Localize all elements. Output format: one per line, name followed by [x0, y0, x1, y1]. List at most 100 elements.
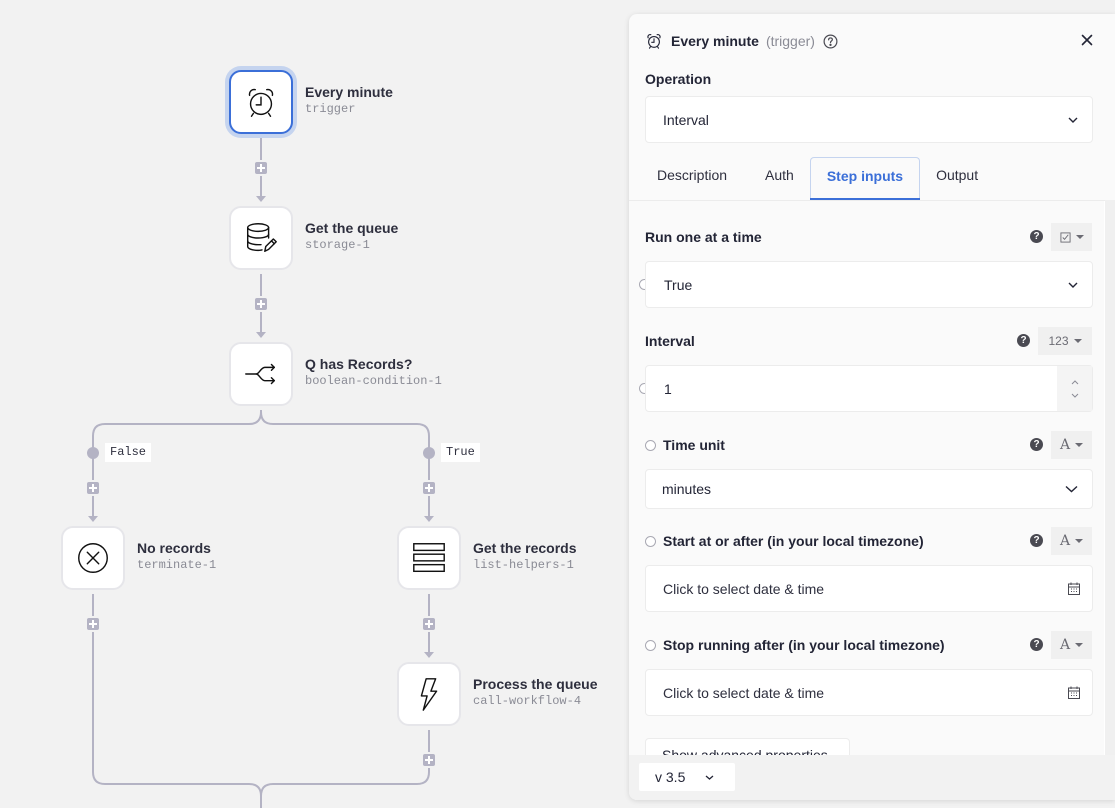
start-at-label: Start at or after (in your local timezon…: [645, 533, 924, 549]
add-step-button[interactable]: [255, 162, 267, 174]
branch-icon: [245, 363, 276, 385]
interval-type-selector[interactable]: 123: [1038, 327, 1092, 355]
panel-footer: v 3.5: [629, 755, 1115, 800]
node-title: Every minute: [305, 84, 393, 100]
node-trigger[interactable]: [229, 70, 293, 134]
add-step-button[interactable]: [87, 618, 99, 630]
add-step-button[interactable]: [423, 754, 435, 766]
node-storage[interactable]: [229, 206, 293, 270]
operation-value: Interval: [663, 111, 709, 128]
text-type-icon: A: [1059, 533, 1071, 549]
version-select[interactable]: v 3.5: [639, 763, 735, 791]
caret-down-icon: [1075, 235, 1084, 239]
stop-after-radio[interactable]: [645, 639, 656, 651]
stop-after-label-text: Stop running after (in your local timezo…: [663, 637, 945, 653]
branch-dot-false: [87, 447, 99, 459]
branch-dot-true: [423, 447, 435, 459]
show-advanced-properties-button[interactable]: Show advanced properties: [645, 738, 850, 755]
workflow-canvas[interactable]: False True Every minute trigger Get the …: [0, 0, 640, 808]
time-unit-radio[interactable]: [645, 439, 656, 451]
start-at-type-selector[interactable]: A: [1051, 527, 1092, 555]
node-call-workflow[interactable]: [397, 662, 461, 726]
circle-x-icon: [78, 543, 108, 573]
help-icon[interactable]: ?: [1030, 230, 1043, 243]
interval-value: 1: [664, 380, 672, 397]
arrow-head: [424, 652, 434, 658]
stop-after-placeholder: Click to select date & time: [663, 684, 825, 701]
start-at-datetime-input[interactable]: Click to select date & time: [645, 565, 1093, 612]
stop-after-label: Stop running after (in your local timezo…: [645, 637, 945, 653]
alarm-clock-icon: [248, 88, 274, 117]
run-one-label: Run one at a time: [645, 229, 762, 245]
time-unit-type-selector[interactable]: A: [1051, 431, 1092, 459]
node-trigger-label: Every minute trigger: [305, 84, 393, 117]
caret-down-icon: [1075, 643, 1084, 647]
operation-label: Operation: [645, 71, 712, 87]
panel-title: Every minute: [671, 33, 759, 49]
node-subtitle: storage-1: [305, 238, 370, 252]
add-step-button[interactable]: [423, 482, 435, 494]
chevron-down-icon: [1068, 117, 1078, 123]
node-subtitle: list-helpers-1: [473, 558, 574, 572]
stop-after-type-selector[interactable]: A: [1051, 631, 1092, 659]
calendar-icon[interactable]: [1068, 686, 1080, 699]
chevron-up-icon[interactable]: [1071, 379, 1079, 385]
start-at-placeholder: Click to select date & time: [663, 580, 825, 597]
start-at-radio[interactable]: [645, 535, 656, 547]
step-config-panel: Every minute (trigger) Operation Interva…: [629, 14, 1115, 800]
calendar-icon[interactable]: [1068, 582, 1080, 595]
node-subtitle: terminate-1: [137, 558, 217, 572]
help-circle-icon[interactable]: [823, 34, 838, 49]
arrow-head: [256, 196, 266, 202]
node-title: Get the queue: [305, 220, 399, 236]
arrow-head: [424, 516, 434, 522]
tab-auth[interactable]: Auth: [753, 157, 806, 200]
chevron-down-icon: [1068, 282, 1078, 288]
chevron-down-icon[interactable]: [1071, 393, 1079, 398]
node-condition-label: Q has Records? boolean-condition-1: [305, 356, 442, 389]
run-one-type-selector[interactable]: [1051, 223, 1092, 251]
time-unit-label: Time unit: [645, 437, 725, 453]
node-title: No records: [137, 540, 211, 556]
tab-description[interactable]: Description: [645, 157, 739, 200]
help-icon[interactable]: ?: [1030, 534, 1043, 547]
node-storage-label: Get the queue storage-1: [305, 220, 398, 253]
node-terminate-label: No records terminate-1: [137, 540, 216, 573]
tab-output[interactable]: Output: [924, 157, 990, 200]
chevron-down-icon: [705, 775, 714, 780]
add-step-button[interactable]: [423, 618, 435, 630]
node-subtitle: call-workflow-4: [473, 694, 582, 708]
help-icon[interactable]: ?: [1030, 638, 1043, 651]
operation-select[interactable]: Interval: [645, 96, 1093, 143]
help-icon[interactable]: ?: [1030, 438, 1043, 451]
tab-step-inputs[interactable]: Step inputs: [809, 157, 921, 200]
panel-header: Every minute (trigger): [629, 14, 1115, 68]
database-edit-icon: [246, 223, 277, 253]
interval-stepper[interactable]: [1057, 366, 1092, 411]
version-value: v 3.5: [655, 769, 686, 785]
add-step-button[interactable]: [255, 298, 267, 310]
time-unit-value: minutes: [662, 481, 712, 497]
add-step-button[interactable]: [87, 482, 99, 494]
branch-label-false: False: [105, 443, 152, 462]
interval-type-label: 123: [1048, 334, 1069, 348]
interval-input[interactable]: 1: [645, 365, 1093, 412]
node-title: Get the records: [473, 540, 577, 556]
close-icon[interactable]: [1079, 32, 1095, 48]
panel-tabs: Description Auth Step inputs Output: [645, 157, 992, 200]
text-type-icon: A: [1059, 437, 1071, 453]
time-unit-select[interactable]: minutes: [645, 469, 1093, 509]
node-condition[interactable]: [229, 342, 293, 406]
chevron-down-icon: [1065, 485, 1078, 493]
arrow-head: [88, 516, 98, 522]
text-type-icon: A: [1059, 637, 1071, 653]
step-inputs-scroll-area: Run one at a time ? True Interval ? 123 …: [629, 201, 1104, 755]
node-list-label: Get the records list-helpers-1: [473, 540, 576, 573]
node-list[interactable]: [397, 526, 461, 590]
help-icon[interactable]: ?: [1017, 334, 1030, 347]
node-terminate[interactable]: [61, 526, 125, 590]
panel-scrollbar[interactable]: [1105, 200, 1115, 755]
stop-after-datetime-input[interactable]: Click to select date & time: [645, 669, 1093, 716]
node-subtitle: trigger: [305, 102, 356, 116]
run-one-select[interactable]: True: [645, 261, 1093, 308]
